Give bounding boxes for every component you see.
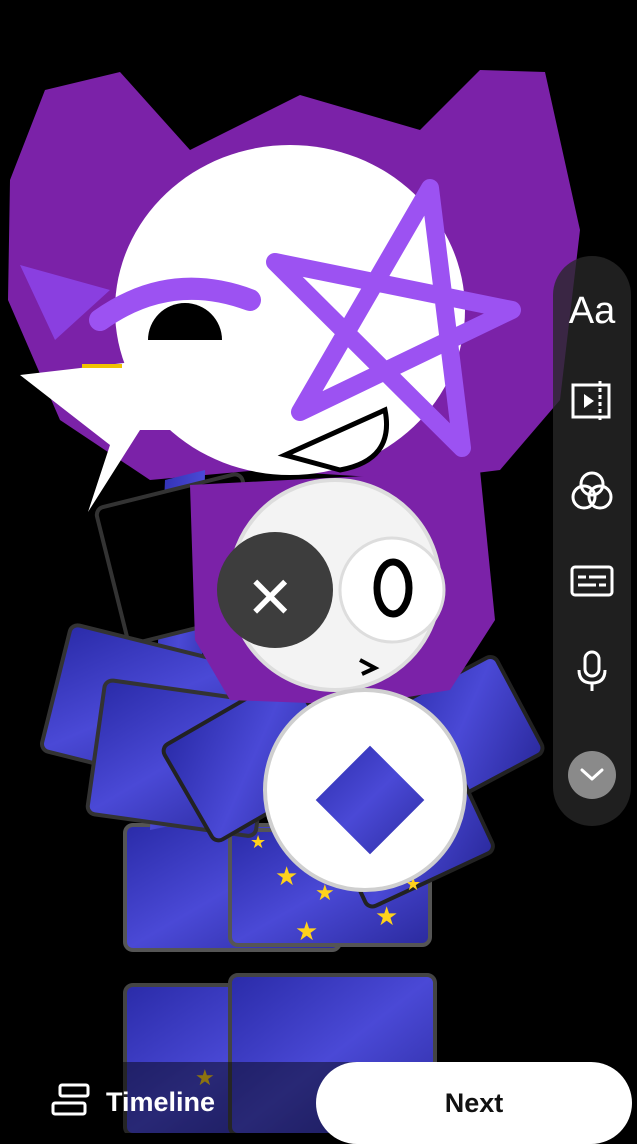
text-icon: Aa xyxy=(568,289,616,332)
text-tool-button[interactable]: Aa xyxy=(553,272,631,350)
captions-icon xyxy=(570,564,614,598)
editor-tool-rail: Aa xyxy=(553,256,631,826)
next-label: Next xyxy=(444,1087,504,1118)
svg-text:★: ★ xyxy=(275,861,298,891)
next-button[interactable]: Next xyxy=(316,1062,632,1144)
more-tools-circle xyxy=(568,751,616,799)
svg-text:★: ★ xyxy=(250,832,266,852)
trim-icon xyxy=(570,381,614,421)
more-tools-button[interactable] xyxy=(553,736,631,814)
chevron-down-icon xyxy=(580,768,604,782)
filters-tool-button[interactable] xyxy=(553,452,631,530)
big-character xyxy=(8,70,580,512)
video-preview[interactable]: ★ ★ ★ ★ ★ ★ ★ × xyxy=(0,0,637,1133)
captions-tool-button[interactable] xyxy=(553,542,631,620)
timeline-button[interactable]: Timeline xyxy=(50,1078,215,1126)
svg-text:×: × xyxy=(248,554,292,639)
timeline-label: Timeline xyxy=(106,1086,216,1117)
voiceover-tool-button[interactable] xyxy=(553,632,631,710)
svg-text:★: ★ xyxy=(295,916,318,946)
filters-icon xyxy=(570,469,614,513)
svg-text:★: ★ xyxy=(375,901,398,931)
trim-tool-button[interactable] xyxy=(553,362,631,440)
timeline-icon xyxy=(50,1083,92,1122)
microphone-icon xyxy=(574,650,610,692)
